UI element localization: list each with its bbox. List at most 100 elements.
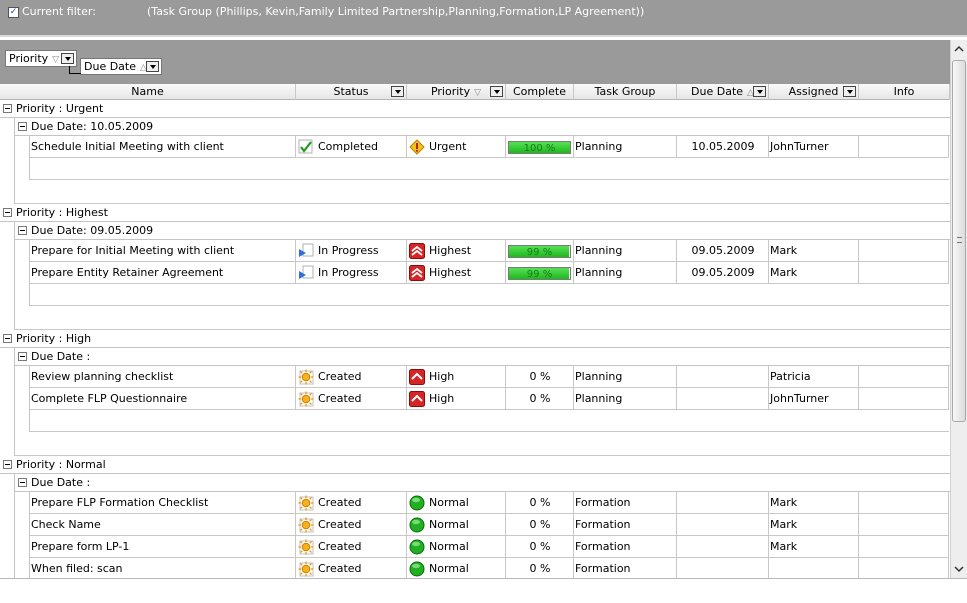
cell-status[interactable]: Completed <box>296 136 407 158</box>
cell-assigned[interactable]: Mark <box>769 492 859 514</box>
cell-assigned[interactable]: JohnTurner <box>769 136 859 158</box>
group-row[interactable]: Priority : Highest <box>0 204 950 222</box>
cell-priority[interactable]: High <box>407 366 506 388</box>
collapse-icon[interactable] <box>3 460 12 469</box>
cell-complete[interactable]: 0 % <box>506 492 574 514</box>
cell-status[interactable]: Created <box>296 388 407 410</box>
table-row[interactable]: Prepare FLP Formation Checklist Created No… <box>30 492 949 514</box>
cell-complete[interactable]: 99 % <box>506 262 574 284</box>
table-row[interactable]: When filed: scan Created Normal 0 % Formatio… <box>30 558 949 578</box>
cell-assigned[interactable]: Mark <box>769 536 859 558</box>
cell-info[interactable] <box>859 492 949 514</box>
cell-task-group[interactable]: Formation <box>574 514 677 536</box>
cell-due-date[interactable]: 09.05.2009 <box>677 262 769 284</box>
cell-priority[interactable]: High <box>407 388 506 410</box>
cell-complete[interactable]: 100 % <box>506 136 574 158</box>
column-header-name[interactable]: Name <box>0 84 296 100</box>
collapse-icon[interactable] <box>3 334 12 343</box>
cell-priority[interactable]: Normal <box>407 492 506 514</box>
cell-task-group[interactable]: Planning <box>574 240 677 262</box>
subgroup-row[interactable]: Due Date : <box>14 474 950 492</box>
cell-assigned[interactable]: Mark <box>769 240 859 262</box>
cell-assigned[interactable]: Mark <box>769 262 859 284</box>
cell-status[interactable]: Created <box>296 514 407 536</box>
cell-assigned[interactable] <box>769 558 859 578</box>
group-chip-due-date[interactable]: Due Date △ <box>80 58 162 75</box>
subgroup-row[interactable]: Due Date : <box>14 348 950 366</box>
cell-name[interactable]: Schedule Initial Meeting with client <box>30 136 296 158</box>
table-row[interactable]: Review planning checklist Created High 0 % P… <box>30 366 949 388</box>
chevron-down-icon[interactable] <box>843 86 856 97</box>
cell-status[interactable]: Created <box>296 558 407 578</box>
cell-name[interactable]: When filed: scan <box>30 558 296 578</box>
cell-priority[interactable]: Highest <box>407 240 506 262</box>
cell-task-group[interactable]: Planning <box>574 388 677 410</box>
column-header-complete[interactable]: Complete <box>506 84 574 100</box>
cell-info[interactable] <box>859 136 949 158</box>
cell-info[interactable] <box>859 558 949 578</box>
collapse-icon[interactable] <box>18 226 27 235</box>
cell-status[interactable]: Created <box>296 366 407 388</box>
cell-due-date[interactable] <box>677 536 769 558</box>
collapse-icon[interactable] <box>3 104 12 113</box>
scroll-down-arrow-icon[interactable] <box>954 564 964 574</box>
table-row[interactable]: Prepare Entity Retainer Agreement In Prog… <box>30 262 949 284</box>
cell-name[interactable]: Prepare form LP-1 <box>30 536 296 558</box>
chevron-down-icon[interactable] <box>490 86 503 97</box>
filter-value[interactable]: (Task Group (Phillips, Kevin,Family Limi… <box>147 5 644 18</box>
column-header-due-date[interactable]: Due Date △ <box>677 84 769 100</box>
chevron-down-icon[interactable] <box>391 86 404 97</box>
cell-task-group[interactable]: Planning <box>574 262 677 284</box>
scrollbar-thumb[interactable] <box>952 60 966 422</box>
column-header-assigned[interactable]: Assigned <box>769 84 859 100</box>
table-row[interactable]: Prepare for Initial Meeting with client I… <box>30 240 949 262</box>
cell-name[interactable]: Check Name <box>30 514 296 536</box>
cell-priority[interactable]: Normal <box>407 536 506 558</box>
cell-info[interactable] <box>859 514 949 536</box>
cell-task-group[interactable]: Planning <box>574 136 677 158</box>
cell-priority[interactable]: Urgent <box>407 136 506 158</box>
cell-status[interactable]: Created <box>296 492 407 514</box>
cell-complete[interactable]: 0 % <box>506 536 574 558</box>
cell-due-date[interactable] <box>677 388 769 410</box>
cell-status[interactable]: Created <box>296 536 407 558</box>
cell-info[interactable] <box>859 536 949 558</box>
cell-info[interactable] <box>859 388 949 410</box>
cell-due-date[interactable] <box>677 514 769 536</box>
cell-info[interactable] <box>859 366 949 388</box>
cell-complete[interactable]: 99 % <box>506 240 574 262</box>
chevron-down-icon[interactable] <box>753 86 766 97</box>
cell-assigned[interactable]: JohnTurner <box>769 388 859 410</box>
cell-name[interactable]: Prepare for Initial Meeting with client <box>30 240 296 262</box>
column-header-priority[interactable]: Priority ▽ <box>407 84 506 100</box>
cell-task-group[interactable]: Planning <box>574 366 677 388</box>
new-row-placeholder[interactable] <box>30 158 949 180</box>
collapse-icon[interactable] <box>3 208 12 217</box>
cell-info[interactable] <box>859 262 949 284</box>
subgroup-row[interactable]: Due Date: 09.05.2009 <box>14 222 950 240</box>
cell-name[interactable]: Prepare FLP Formation Checklist <box>30 492 296 514</box>
cell-complete[interactable]: 0 % <box>506 514 574 536</box>
cell-name[interactable]: Complete FLP Questionnaire <box>30 388 296 410</box>
table-row[interactable]: Complete FLP Questionnaire Created High 0 %… <box>30 388 949 410</box>
cell-due-date[interactable] <box>677 558 769 578</box>
cell-complete[interactable]: 0 % <box>506 388 574 410</box>
collapse-icon[interactable] <box>18 122 27 131</box>
cell-name[interactable]: Review planning checklist <box>30 366 296 388</box>
column-header-status[interactable]: Status <box>296 84 407 100</box>
cell-due-date[interactable] <box>677 492 769 514</box>
cell-priority[interactable]: Normal <box>407 558 506 578</box>
cell-task-group[interactable]: Formation <box>574 536 677 558</box>
vertical-scrollbar[interactable] <box>950 40 967 578</box>
cell-task-group[interactable]: Formation <box>574 492 677 514</box>
cell-priority[interactable]: Normal <box>407 514 506 536</box>
collapse-icon[interactable] <box>18 352 27 361</box>
chevron-down-icon[interactable] <box>146 61 159 72</box>
table-row[interactable]: Check Name Created Normal 0 % Formation Mark <box>30 514 949 536</box>
column-header-task-group[interactable]: Task Group <box>574 84 677 100</box>
cell-assigned[interactable]: Mark <box>769 514 859 536</box>
group-row[interactable]: Priority : Urgent <box>0 100 950 118</box>
cell-priority[interactable]: Highest <box>407 262 506 284</box>
cell-task-group[interactable]: Formation <box>574 558 677 578</box>
cell-due-date[interactable] <box>677 366 769 388</box>
